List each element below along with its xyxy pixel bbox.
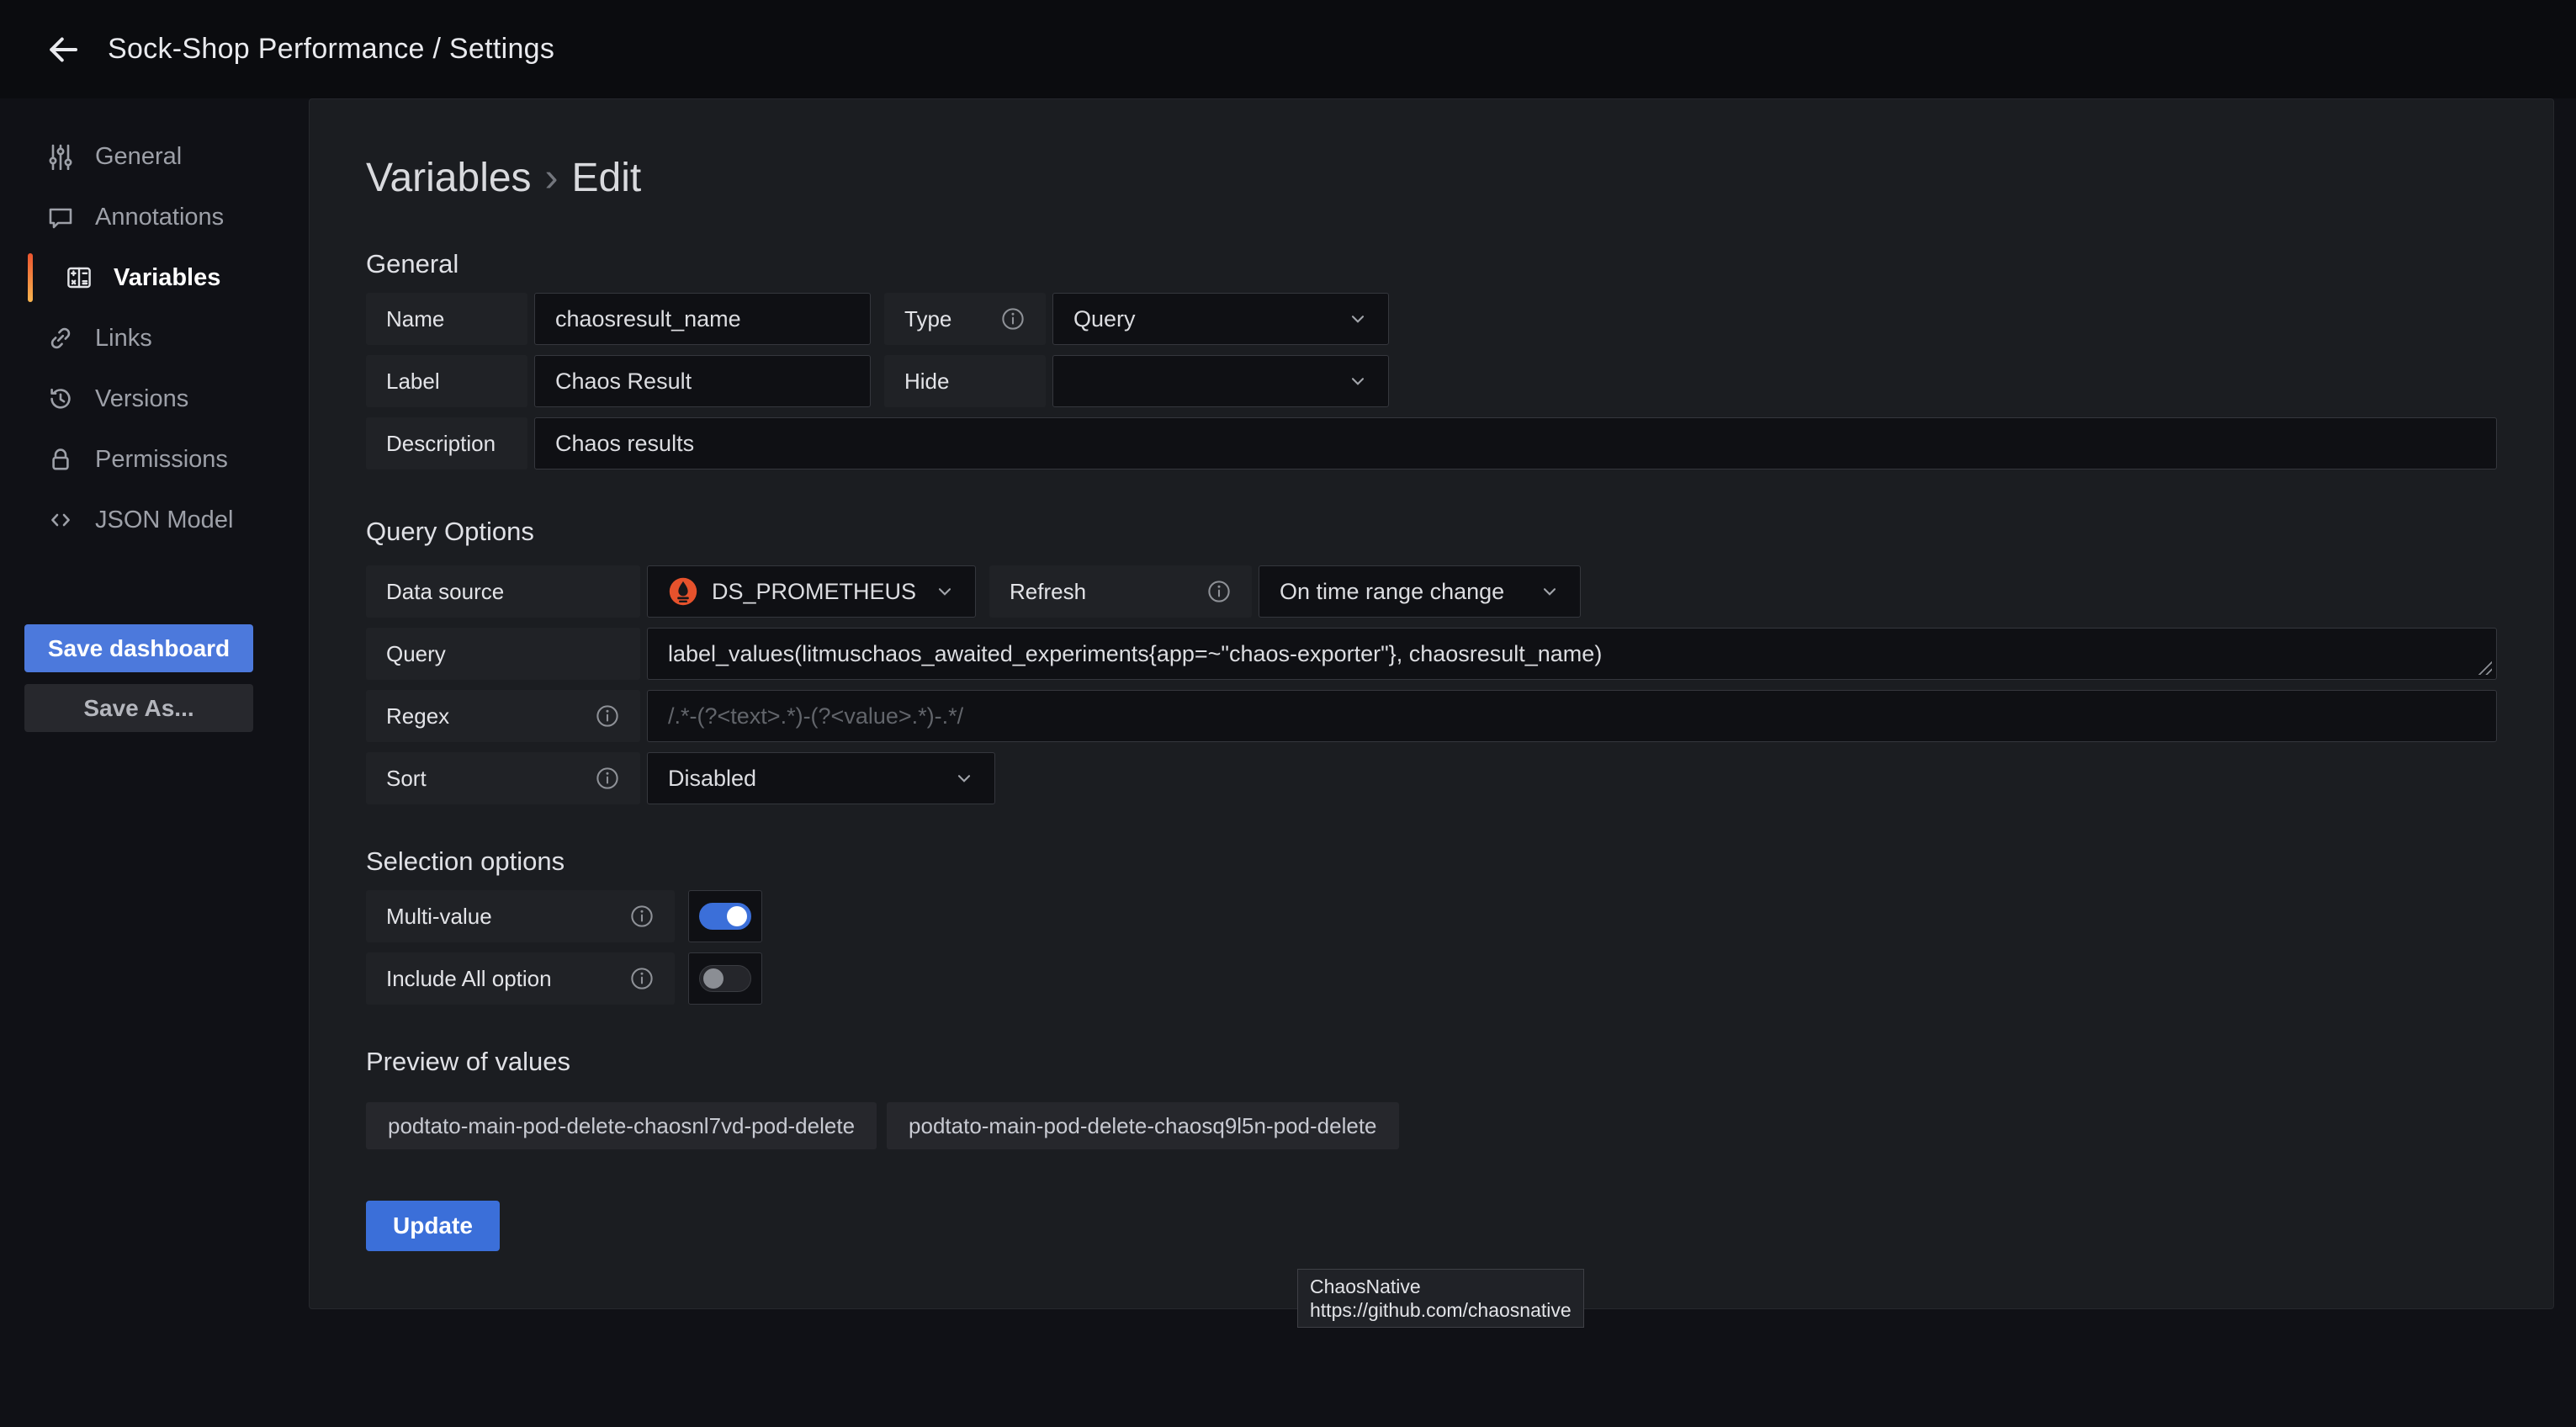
arrow-left-icon <box>46 33 80 66</box>
sidebar-item-versions[interactable]: Versions <box>0 369 309 429</box>
sort-select[interactable]: Disabled <box>647 752 995 804</box>
resize-handle[interactable] <box>2477 660 2492 675</box>
prometheus-icon <box>668 576 698 607</box>
code-icon <box>46 506 75 534</box>
query-input[interactable] <box>647 628 2497 680</box>
general-section-heading: General <box>366 249 2497 279</box>
label-hide-row: Label Hide <box>366 355 2497 407</box>
link-icon <box>46 324 75 353</box>
toggle-track <box>699 965 751 992</box>
page-title: Sock-Shop Performance / Settings <box>108 33 554 66</box>
preview-heading: Preview of values <box>366 1047 2497 1077</box>
datasource-refresh-row: Data source DS_PROMETHEUS Refresh On tim… <box>366 565 2497 618</box>
multi-value-row: Multi-value <box>366 890 2497 942</box>
back-button[interactable] <box>34 20 93 79</box>
selection-options-heading: Selection options <box>366 846 2497 877</box>
hide-label: Hide <box>884 355 1046 407</box>
grafana-settings-page: { "topnav": { "title": "Sock-Shop Perfor… <box>0 0 2576 1427</box>
breadcrumb-section: Variables <box>366 156 532 200</box>
refresh-select[interactable]: On time range change <box>1259 565 1581 618</box>
query-label: Query <box>366 628 640 680</box>
info-icon[interactable] <box>595 766 620 791</box>
chevron-down-icon <box>1348 371 1368 391</box>
sidebar-item-variables[interactable]: Variables <box>0 247 309 308</box>
include-all-toggle[interactable] <box>688 952 762 1005</box>
settings-panel: Variables › Edit General Name Type Query L… <box>309 98 2554 1309</box>
sidebar-item-links[interactable]: Links <box>0 308 309 369</box>
comment-icon <box>46 203 75 231</box>
breadcrumb-page: Edit <box>572 156 642 200</box>
sliders-icon <box>46 142 75 171</box>
sidebar-item-json-model[interactable]: JSON Model <box>0 490 309 550</box>
tooltip-url: https://github.com/chaosnative <box>1310 1298 1572 1322</box>
type-label: Type <box>884 293 1046 345</box>
name-input[interactable] <box>534 293 871 345</box>
history-icon <box>46 385 75 413</box>
toggle-knob <box>703 968 724 989</box>
label-input[interactable] <box>534 355 871 407</box>
top-nav: Sock-Shop Performance / Settings <box>0 0 2576 98</box>
sidebar-item-label: Variables <box>114 264 220 292</box>
sidebar-item-permissions[interactable]: Permissions <box>0 429 309 490</box>
regex-input[interactable] <box>647 690 2497 742</box>
description-input[interactable] <box>534 417 2497 469</box>
datasource-label: Data source <box>366 565 640 618</box>
name-type-row: Name Type Query <box>366 293 2497 345</box>
info-icon[interactable] <box>595 703 620 729</box>
multi-value-toggle[interactable] <box>688 890 762 942</box>
label-label: Label <box>366 355 527 407</box>
toggle-track <box>699 903 751 930</box>
sidebar-item-label: Permissions <box>95 446 228 474</box>
regex-label: Regex <box>366 690 640 742</box>
preview-values: podtato-main-pod-delete-chaosnl7vd-pod-d… <box>366 1102 2497 1149</box>
hide-select[interactable] <box>1052 355 1389 407</box>
sidebar-item-label: General <box>95 143 182 171</box>
breadcrumb: Variables › Edit <box>366 155 2497 202</box>
preview-value-pill: podtato-main-pod-delete-chaosnl7vd-pod-d… <box>366 1102 877 1149</box>
sidebar-item-general[interactable]: General <box>0 126 309 187</box>
datasource-select[interactable]: DS_PROMETHEUS <box>647 565 976 618</box>
sidebar-item-label: Annotations <box>95 204 224 231</box>
preview-value-pill: podtato-main-pod-delete-chaosq9l5n-pod-d… <box>887 1102 1399 1149</box>
description-label: Description <box>366 417 527 469</box>
tooltip-title: ChaosNative <box>1310 1275 1572 1298</box>
chaosnative-tooltip: ChaosNative https://github.com/chaosnati… <box>1297 1269 1584 1328</box>
sidebar-item-label: JSON Model <box>95 507 233 534</box>
chevron-down-icon <box>935 581 955 602</box>
multi-value-label: Multi-value <box>366 890 675 942</box>
breadcrumb-separator: › <box>545 156 559 200</box>
chevron-down-icon <box>1540 581 1560 602</box>
include-all-row: Include All option <box>366 952 2497 1005</box>
sidebar-item-label: Links <box>95 325 152 353</box>
save-dashboard-button[interactable]: Save dashboard <box>24 624 253 672</box>
info-icon[interactable] <box>1206 579 1232 604</box>
sidebar-item-label: Versions <box>95 385 188 413</box>
sidebar-item-annotations[interactable]: Annotations <box>0 187 309 247</box>
lock-icon <box>46 445 75 474</box>
toggle-knob <box>727 906 747 926</box>
description-row: Description <box>366 417 2497 469</box>
query-options-heading: Query Options <box>366 517 2497 547</box>
sort-row: Sort Disabled <box>366 752 2497 804</box>
chevron-down-icon <box>1348 309 1368 329</box>
update-button[interactable]: Update <box>366 1201 500 1251</box>
name-label: Name <box>366 293 527 345</box>
info-icon[interactable] <box>629 904 655 929</box>
info-icon[interactable] <box>629 966 655 991</box>
chevron-down-icon <box>954 768 974 788</box>
include-all-label: Include All option <box>366 952 675 1005</box>
type-select[interactable]: Query <box>1052 293 1389 345</box>
info-icon[interactable] <box>1000 306 1026 332</box>
refresh-label: Refresh <box>989 565 1252 618</box>
query-row: Query <box>366 628 2497 680</box>
save-as-button[interactable]: Save As... <box>24 684 253 732</box>
settings-nav: General Annotations Variables Links Vers… <box>0 126 309 550</box>
variables-grid-icon <box>65 263 93 292</box>
sidebar-actions: Save dashboard Save As... <box>0 624 309 732</box>
settings-sidebar: General Annotations Variables Links Vers… <box>0 98 309 732</box>
regex-row: Regex <box>366 690 2497 742</box>
sort-label: Sort <box>366 752 640 804</box>
